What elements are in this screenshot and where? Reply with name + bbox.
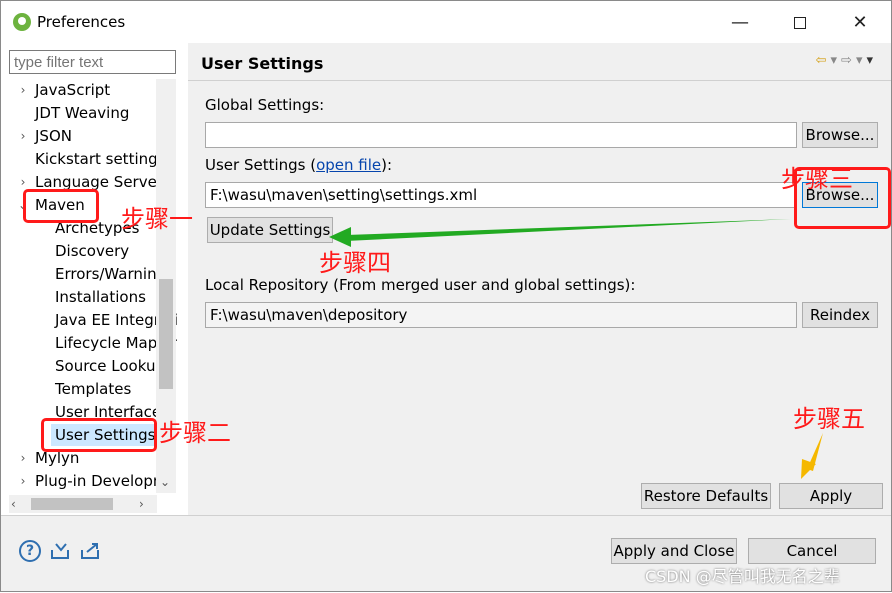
preferences-window: Preferences — ✕ ›JavaScript JDT Weaving … [0,0,892,592]
csdn-watermark: CSDN @尽管叫我无名之辈 [645,567,840,586]
step5-yellow-arrow [801,433,823,479]
step4-green-arrow [329,219,791,247]
annotation-arrows [329,219,823,479]
